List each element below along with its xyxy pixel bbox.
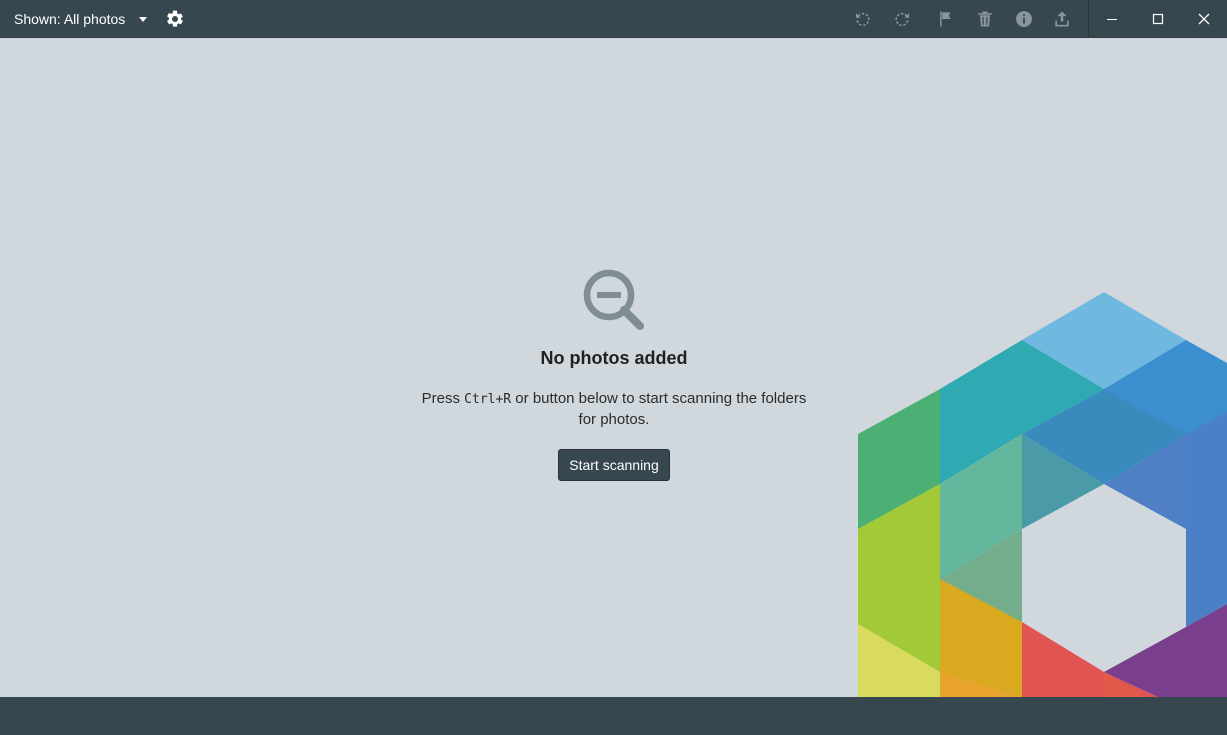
start-scanning-button[interactable]: Start scanning [558, 449, 670, 481]
empty-text-after: or button below to start scanning the fo… [511, 390, 807, 428]
empty-text-before: Press [421, 390, 465, 407]
minimize-icon [1107, 19, 1117, 20]
gear-icon[interactable] [165, 9, 185, 29]
empty-state: No photos added Press Ctrl+R or button b… [414, 268, 814, 481]
share-icon[interactable] [1052, 9, 1072, 29]
chevron-down-icon [139, 17, 148, 22]
flag-icon[interactable] [936, 9, 956, 29]
filter-label: Shown: All photos [14, 11, 126, 27]
shortcut-key: Ctrl+R [464, 392, 512, 407]
title-bar: Shown: All photos [0, 0, 1227, 38]
minimize-button[interactable] [1089, 0, 1135, 38]
close-icon [1198, 13, 1210, 25]
close-button[interactable] [1181, 0, 1227, 38]
maximize-button[interactable] [1135, 0, 1181, 38]
trash-icon[interactable] [975, 9, 995, 29]
button-row: Start scanning [414, 449, 814, 481]
zoom-out-icon [583, 269, 644, 330]
decorative-hexagon-graphic [858, 292, 1227, 697]
maximize-icon [1152, 13, 1164, 25]
rotate-left-icon[interactable] [853, 9, 873, 29]
empty-title: No photos added [540, 348, 688, 368]
rotate-right-icon[interactable] [892, 9, 912, 29]
empty-description: Press Ctrl+R or button below to start sc… [414, 389, 814, 430]
photo-filter-dropdown[interactable]: Shown: All photos [14, 0, 148, 38]
status-bar [0, 697, 1227, 735]
info-icon[interactable] [1014, 9, 1034, 29]
